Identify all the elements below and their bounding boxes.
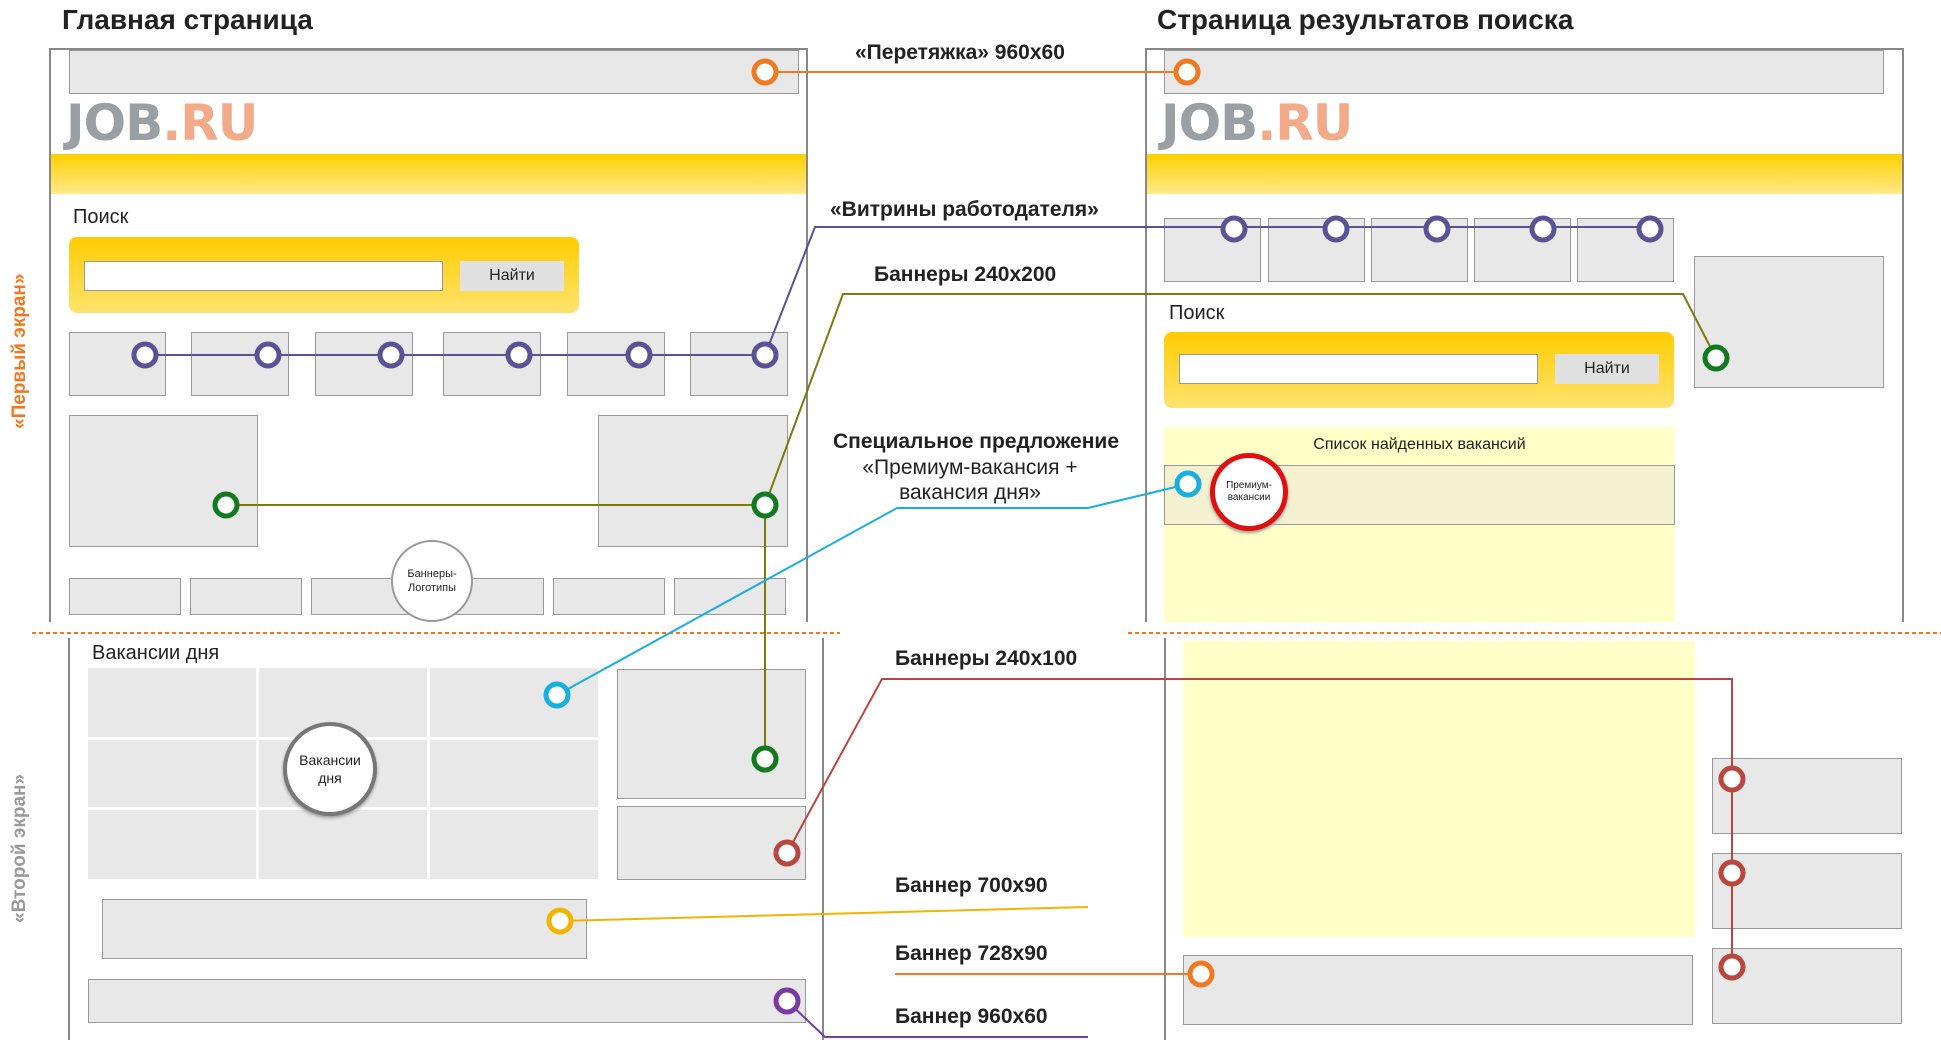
showcase-marker-main-1 bbox=[131, 341, 159, 369]
banner240x200-marker-main-second bbox=[751, 745, 779, 773]
stretch-marker-main bbox=[751, 58, 779, 86]
banner240x100-marker-results-2 bbox=[1718, 859, 1746, 887]
showcase-marker-main-4 bbox=[505, 341, 533, 369]
banner728x90-marker bbox=[1187, 960, 1215, 988]
stretch-marker-results bbox=[1173, 58, 1201, 86]
showcase-marker-results-1 bbox=[1220, 215, 1248, 243]
showcase-marker-main-6 bbox=[751, 341, 779, 369]
showcase-marker-results-2 bbox=[1322, 215, 1350, 243]
showcase-marker-results-4 bbox=[1529, 215, 1557, 243]
banner700x90-marker bbox=[546, 907, 574, 935]
banner240x100-marker-main bbox=[773, 839, 801, 867]
showcases-connector bbox=[145, 226, 1650, 356]
banner240x200-connector bbox=[764, 293, 1717, 759]
showcase-marker-main-3 bbox=[377, 341, 405, 369]
banner960x60-connector bbox=[786, 1000, 1088, 1038]
banner240x200-marker-main-right bbox=[751, 491, 779, 519]
banner240x200-marker-main-left bbox=[212, 491, 240, 519]
connector-overlay bbox=[32, 58, 1941, 1038]
showcase-marker-results-5 bbox=[1636, 215, 1664, 243]
banner700x90-connector bbox=[559, 906, 1089, 922]
special-offer-marker-results bbox=[1174, 470, 1202, 498]
special-offer-connector bbox=[556, 483, 1189, 696]
banner240x100-marker-results-3 bbox=[1718, 953, 1746, 981]
banner240x200-marker-results bbox=[1702, 344, 1730, 372]
banner240x100-marker-results-1 bbox=[1718, 765, 1746, 793]
special-offer-marker-main bbox=[543, 681, 571, 709]
showcase-marker-results-3 bbox=[1423, 215, 1451, 243]
banner240x100-connector bbox=[786, 678, 1733, 969]
showcase-marker-main-5 bbox=[625, 341, 653, 369]
showcase-marker-main-2 bbox=[254, 341, 282, 369]
banner960x60-marker bbox=[773, 987, 801, 1015]
